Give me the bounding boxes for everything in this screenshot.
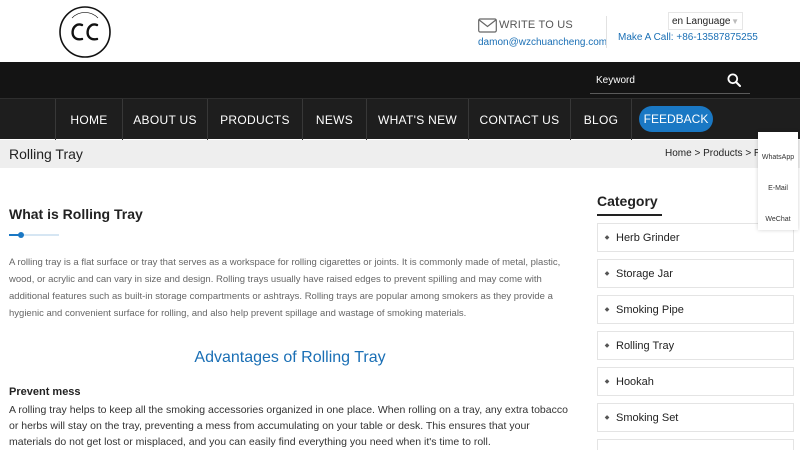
diamond-bullet-icon: ◆ [604,379,610,385]
diamond-bullet-icon: ◆ [604,271,610,277]
category-item[interactable]: ◆ Smoking Pipe [597,295,794,324]
section-paragraph: A rolling tray helps to keep all the smo… [9,404,568,448]
category-underline [597,214,662,216]
intro-paragraph: A rolling tray is a flat surface or tray… [9,257,561,319]
site-header: WRITE TO US damon@wzchuancheng.com en La… [0,0,800,62]
category-label: Smoking Pipe [616,303,684,316]
nav-home[interactable]: HOME [55,99,123,140]
category-item[interactable]: ◆ Rolling Tray [597,331,794,360]
nav-products[interactable]: PRODUCTS [208,99,303,140]
diamond-bullet-icon: ◆ [604,307,610,313]
header-divider [606,16,607,48]
search-box [590,67,750,94]
breadcrumb[interactable]: Home > Products > Roll [665,148,771,159]
mail-address-link[interactable]: damon@wzchuancheng.com [478,37,607,48]
wechat-link[interactable]: WeChat [758,204,798,234]
advantages-heading: Advantages of Rolling Tray [194,349,386,366]
category-label: Rolling Tray [616,339,675,352]
category-title: Category [597,193,658,209]
nav-news[interactable]: NEWS [303,99,367,140]
category-label: Herb Grinder [616,231,680,244]
category-label: Hookah [616,375,654,388]
dot-icon [18,232,24,238]
category-item[interactable]: ◆ Storage Jar [597,259,794,288]
whatsapp-link[interactable]: WhatsApp [758,142,798,172]
call-link[interactable]: Make A Call: +86-13587875255 [618,32,758,43]
article-heading: What is Rolling Tray [9,206,143,222]
feedback-button[interactable]: FEEDBACK [639,106,713,132]
mail-label: WRITE TO US [499,19,573,31]
category-label: Storage Jar [616,267,673,280]
floating-contact-panel: WhatsApp E-Mail WeChat [758,132,798,230]
email-link[interactable]: E-Mail [758,173,798,203]
category-item-partial[interactable] [597,439,794,450]
envelope-icon [478,17,497,33]
nav-whats-new[interactable]: WHAT'S NEW [367,99,469,140]
diamond-bullet-icon: ◆ [604,343,610,349]
mail-block: WRITE TO US damon@wzchuancheng.com [478,16,607,48]
category-item[interactable]: ◆ Smoking Set [597,403,794,432]
language-code: en [672,15,684,27]
category-item[interactable]: ◆ Hookah [597,367,794,396]
nav-contact-us[interactable]: CONTACT US [469,99,571,140]
category-label: Smoking Set [616,411,679,424]
logo-icon [59,6,111,58]
heading-decoration [9,232,59,238]
site-logo[interactable] [57,4,113,60]
page-title: Rolling Tray [9,146,83,162]
language-select[interactable]: en Language ▼ [668,12,743,30]
language-label: Language [686,15,731,27]
nav-about-us[interactable]: ABOUT US [123,99,208,140]
nav-blog[interactable]: BLOG [571,99,632,140]
chevron-down-icon: ▼ [731,16,739,26]
diamond-bullet-icon: ◆ [604,415,610,421]
search-icon[interactable] [727,73,741,87]
search-input[interactable] [590,67,720,93]
diamond-bullet-icon: ◆ [604,235,610,241]
section-title: Prevent mess [9,386,81,398]
